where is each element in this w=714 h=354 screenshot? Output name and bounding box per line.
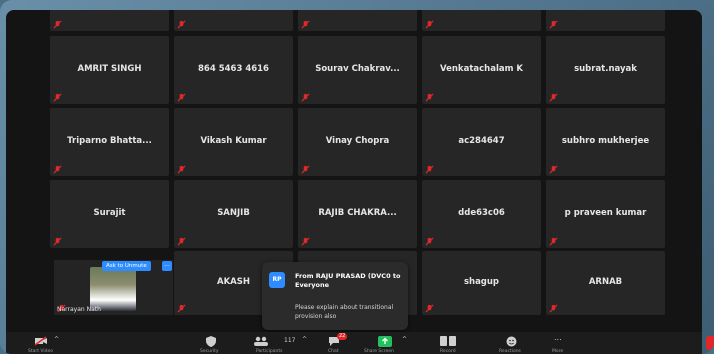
mic-muted-icon	[549, 20, 558, 29]
mic-muted-icon	[177, 237, 186, 246]
record-label: Record	[440, 349, 456, 354]
mic-muted-icon	[549, 93, 558, 102]
participant-name: Surajit	[93, 208, 126, 218]
chat-badge: 22	[337, 333, 348, 340]
participant-tile[interactable]: Sourav Chakrav...	[298, 36, 417, 104]
participant-video	[90, 267, 136, 311]
participant-tile[interactable]: Vikash Kumar	[174, 108, 293, 176]
self-video-name: Narrayan Nath	[57, 306, 101, 313]
share-screen-label: Share Screen	[364, 349, 394, 354]
mic-muted-icon	[549, 304, 558, 313]
mic-muted-icon	[425, 237, 434, 246]
participant-name: Vikash Kumar	[200, 136, 267, 146]
participant-name: dde63c06	[458, 208, 505, 218]
participant-tile[interactable]: Surajit	[50, 180, 169, 248]
mic-muted-icon	[177, 165, 186, 174]
video-off-icon[interactable]	[34, 336, 48, 348]
participant-tile[interactable]	[546, 10, 665, 31]
meeting-toolbar: ^ Start Video Security 117 ^ Participant…	[6, 332, 702, 354]
mic-muted-icon	[53, 20, 62, 29]
mic-muted-icon	[53, 165, 62, 174]
participants-icon[interactable]	[254, 336, 268, 348]
participant-tile[interactable]: SANJIB	[174, 180, 293, 248]
participant-name: Vinay Chopra	[325, 136, 390, 146]
share-screen-icon[interactable]	[378, 336, 392, 349]
participant-tile[interactable]: dde63c06	[422, 180, 541, 248]
app-frame: AMRIT SINGH 864 5463 4616 Sourav Chakrav..…	[0, 0, 714, 354]
more-label: More	[552, 349, 564, 354]
start-video-label: Start Video	[28, 349, 54, 354]
mic-muted-icon	[177, 304, 186, 313]
mic-muted-icon	[301, 165, 310, 174]
reactions-icon[interactable]	[506, 336, 517, 349]
participants-label: Participants	[256, 349, 283, 354]
participants-count: 117	[284, 337, 296, 344]
participant-tile[interactable]: subhro mukherjee	[546, 108, 665, 176]
participant-name: shagup	[463, 277, 500, 287]
participant-tile[interactable]: 864 5463 4616	[174, 36, 293, 104]
participant-tile[interactable]: subrat.nayak	[546, 36, 665, 104]
chat-message: Please explain about transitional provis…	[295, 304, 394, 320]
chat-label: Chat	[328, 349, 339, 354]
mic-muted-icon	[425, 304, 434, 313]
participant-tile[interactable]: AMRIT SINGH	[50, 36, 169, 104]
participant-tile[interactable]: RAJIB CHAKRA...	[298, 180, 417, 248]
participant-name: Venkatachalam K	[440, 64, 523, 74]
record-icon[interactable]	[440, 336, 456, 348]
chat-sender: From RAJU PRASAD (DVC0 to Everyone	[295, 272, 401, 289]
red-corner-badge	[706, 336, 714, 350]
participant-tile[interactable]: ac284647	[422, 108, 541, 176]
participant-name: p praveen kumar	[564, 208, 647, 218]
participant-tile[interactable]	[298, 10, 417, 31]
mic-muted-icon	[301, 20, 310, 29]
tile-more-button[interactable]: ...	[162, 261, 172, 271]
mic-muted-icon	[301, 93, 310, 102]
mic-muted-icon	[549, 237, 558, 246]
share-chevron-icon[interactable]: ^	[402, 336, 407, 343]
mic-muted-icon	[425, 20, 434, 29]
participant-name: 864 5463 4616	[198, 64, 269, 74]
participant-name: subhro mukherjee	[561, 136, 650, 146]
participant-tile[interactable]: shagup	[422, 251, 541, 315]
mic-muted-icon	[301, 237, 310, 246]
participant-tile[interactable]: Triparno Bhatta...	[50, 108, 169, 176]
mic-muted-icon	[425, 93, 434, 102]
participant-name: RAJIB CHAKRA...	[318, 208, 397, 218]
participant-name: ac284647	[458, 136, 505, 146]
security-label: Security	[200, 349, 219, 354]
participant-name: ARNAB	[588, 277, 623, 287]
chat-notification-popup[interactable]: RP From RAJU PRASAD (DVC0 to Everyone Pl…	[262, 262, 408, 330]
mic-muted-icon	[53, 237, 62, 246]
video-options-chevron-icon[interactable]: ^	[54, 336, 59, 343]
zoom-meeting-window: AMRIT SINGH 864 5463 4616 Sourav Chakrav..…	[6, 10, 702, 354]
participant-tile[interactable]: p praveen kumar	[546, 180, 665, 248]
participant-tile[interactable]	[50, 10, 169, 31]
participant-tile[interactable]	[174, 10, 293, 31]
participants-chevron-icon[interactable]: ^	[302, 336, 307, 343]
sender-avatar: RP	[269, 272, 285, 288]
security-shield-icon[interactable]	[206, 336, 216, 349]
participant-name: SANJIB	[217, 208, 250, 218]
reactions-label: Reactions	[499, 349, 521, 354]
mic-muted-icon	[177, 20, 186, 29]
participant-name: AMRIT SINGH	[77, 64, 142, 74]
mic-muted-icon	[53, 93, 62, 102]
participant-name: Sourav Chakrav...	[315, 64, 400, 74]
participant-tile[interactable]: Vinay Chopra	[298, 108, 417, 176]
participant-name: Triparno Bhatta...	[67, 136, 152, 146]
participant-tile[interactable]: ARNAB	[546, 251, 665, 315]
participant-tile[interactable]: Venkatachalam K	[422, 36, 541, 104]
mic-muted-icon	[549, 165, 558, 174]
participant-name: subrat.nayak	[574, 64, 637, 74]
more-dots-icon[interactable]: ...	[554, 333, 562, 342]
mic-muted-icon	[177, 93, 186, 102]
mic-muted-icon	[425, 165, 434, 174]
participant-tile[interactable]	[422, 10, 541, 31]
ask-to-unmute-button[interactable]: Ask to Unmute	[102, 261, 151, 271]
